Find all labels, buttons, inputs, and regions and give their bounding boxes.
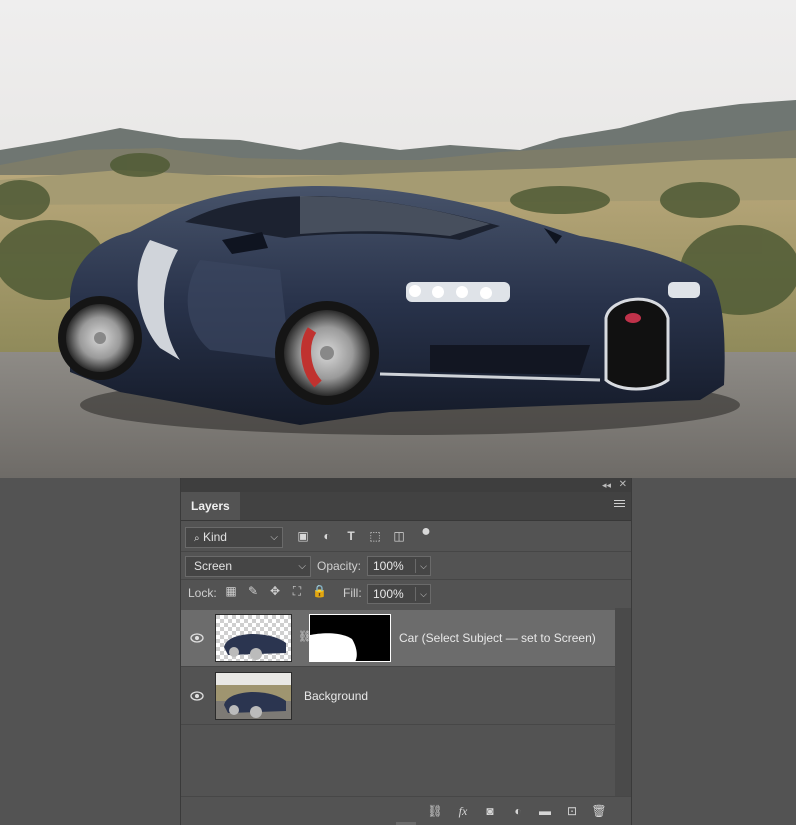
fill-value: 100% — [373, 587, 404, 601]
layer-thumbnail[interactable] — [215, 614, 292, 662]
type-filter-icon[interactable]: T — [344, 529, 358, 543]
layers-panel: ◂◂ ✕ Layers ⌕ Kind ⌵ ▣ ◐ T ⬚ ◫ ● Screen … — [180, 478, 632, 825]
lock-all-icon[interactable]: 🔒 — [312, 584, 327, 598]
shape-filter-icon[interactable]: ⬚ — [368, 529, 382, 543]
fill-label: Fill: — [343, 586, 362, 600]
layer-name[interactable]: Background — [304, 668, 368, 725]
layer-row-background[interactable]: Background — [181, 668, 615, 725]
panel-menu-icon[interactable] — [614, 500, 625, 509]
image-filter-icon[interactable]: ▣ — [296, 529, 310, 543]
link-layers-icon[interactable]: ⛓ — [427, 803, 443, 819]
lock-position-icon[interactable]: ✥ — [268, 584, 282, 598]
filter-kind-select[interactable]: ⌕ Kind ⌵ — [185, 527, 283, 548]
panel-header-bar: ◂◂ ✕ — [181, 478, 631, 492]
panel-bottom-bar: ⛓ fx ◙ ◐ ▬ ⊡ 🗑 — [181, 796, 631, 825]
chevron-down-icon[interactable]: ⌵ — [420, 585, 427, 603]
add-mask-icon[interactable]: ◙ — [482, 803, 498, 819]
layer-list-scrollbar[interactable] — [615, 608, 631, 798]
lock-transparent-pixels-icon[interactable]: ▦ — [224, 584, 238, 598]
close-panel-icon[interactable]: ✕ — [619, 478, 627, 492]
layer-row-car[interactable]: ⛓ Car (Select Subject — set to Screen) — [181, 610, 615, 667]
panel-tab-bar: Layers — [181, 492, 631, 521]
layer-list: ⛓ Car (Select Subject — set to Screen) B… — [181, 608, 631, 798]
layer-name[interactable]: Car (Select Subject — set to Screen) — [399, 610, 596, 667]
layer-mask-thumbnail[interactable] — [309, 614, 391, 662]
fill-field[interactable]: 100% ⌵ — [367, 584, 431, 604]
smart-object-filter-icon[interactable]: ◫ — [392, 529, 406, 543]
layer-filter-row: ⌕ Kind ⌵ ▣ ◐ T ⬚ ◫ ● — [181, 524, 631, 551]
opacity-label: Opacity: — [317, 559, 362, 573]
blend-mode-value: Screen — [194, 559, 233, 573]
chevron-down-icon[interactable]: ⌵ — [420, 557, 427, 575]
chevron-down-icon: ⌵ — [270, 532, 278, 543]
lock-artboard-icon[interactable]: ⛶ — [290, 584, 304, 598]
layer-thumbnail[interactable] — [215, 672, 292, 720]
new-layer-icon[interactable]: ⊡ — [564, 803, 580, 819]
tab-layers[interactable]: Layers — [181, 492, 240, 520]
lock-image-pixels-icon[interactable]: ✎ — [246, 584, 260, 598]
lock-label: Lock: — [188, 586, 217, 600]
adjustment-filter-icon[interactable]: ◐ — [320, 529, 334, 543]
visibility-eye-icon[interactable] — [190, 632, 204, 644]
opacity-value: 100% — [373, 559, 404, 573]
layer-style-icon[interactable]: fx — [455, 803, 471, 819]
chevron-down-icon: ⌵ — [298, 561, 306, 572]
adjustment-layer-icon[interactable]: ◐ — [510, 803, 526, 819]
delete-layer-icon[interactable]: 🗑 — [591, 803, 607, 819]
blend-mode-select[interactable]: Screen ⌵ — [185, 556, 311, 577]
filter-kind-label: Kind — [202, 530, 227, 544]
new-group-icon[interactable]: ▬ — [537, 803, 553, 819]
opacity-field[interactable]: 100% ⌵ — [367, 556, 431, 576]
collapse-panel-icon[interactable]: ◂◂ — [602, 478, 611, 492]
filter-toggle-icon[interactable]: ● — [419, 524, 433, 540]
canvas-photo — [0, 0, 796, 478]
visibility-eye-icon[interactable] — [190, 690, 204, 702]
search-icon: ⌕ — [194, 533, 200, 544]
